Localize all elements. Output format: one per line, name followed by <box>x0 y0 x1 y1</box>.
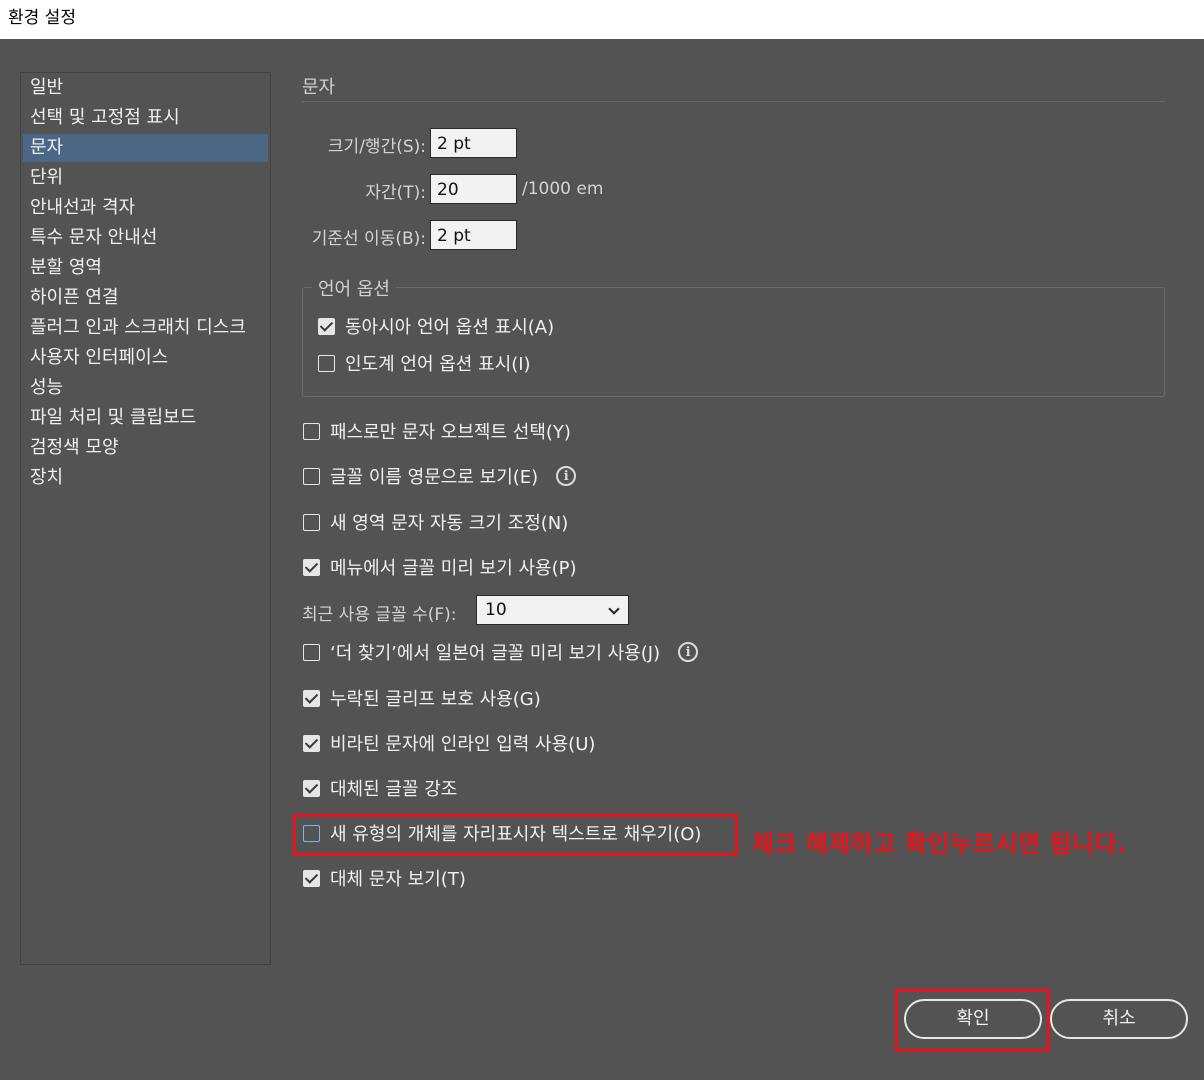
select-type-by-path-label: 패스로만 문자 오브젝트 선택(Y) <box>330 422 571 443</box>
auto-size-area-type-checkbox[interactable]: 새 영역 문자 자동 크기 조정(N) <box>303 509 568 535</box>
indic-options-label: 인도계 언어 옵션 표시(I) <box>345 354 531 375</box>
sidebar-item-guides-grid[interactable]: 안내선과 격자 <box>23 194 268 222</box>
size-leading-input[interactable]: 2 pt <box>430 128 517 158</box>
annotation-text: 체크 해제하고 확인누르시면 됩니다. <box>752 830 1127 858</box>
japanese-font-preview-label: ‘더 찾기’에서 일본어 글꼴 미리 보기 사용(J) <box>330 643 661 664</box>
checkbox-checked-icon[interactable] <box>303 734 320 752</box>
east-asian-options-checkbox[interactable]: 동아시아 언어 옵션 표시(A) <box>318 313 554 339</box>
cancel-button[interactable]: 취소 <box>1050 999 1188 1039</box>
sidebar-item-plugins[interactable]: 플러그 인과 스크래치 디스크 <box>23 314 268 342</box>
language-options-group <box>302 287 1165 397</box>
checkbox-checked-icon[interactable] <box>303 689 320 707</box>
sidebar-item-smart-guides[interactable]: 특수 문자 안내선 <box>23 224 268 252</box>
sidebar-item-units[interactable]: 단위 <box>23 164 268 192</box>
tracking-input[interactable]: 20 <box>430 174 517 204</box>
show-alternate-glyphs-checkbox[interactable]: 대체 문자 보기(T) <box>303 865 466 891</box>
checkbox-unchecked-icon[interactable] <box>303 467 320 485</box>
size-leading-label: 크기/행간(S): <box>327 137 426 157</box>
recent-fonts-label: 최근 사용 글꼴 수(F): <box>302 605 457 625</box>
baseline-shift-label: 기준선 이동(B): <box>311 229 426 249</box>
language-options-legend: 언어 옵션 <box>312 275 396 301</box>
checkbox-unchecked-icon[interactable] <box>318 354 335 372</box>
missing-glyph-protection-label: 누락된 글리프 보호 사용(G) <box>330 689 541 710</box>
highlight-substituted-fonts-checkbox[interactable]: 대체된 글꼴 강조 <box>303 775 457 801</box>
checkbox-unchecked-icon[interactable] <box>303 643 320 661</box>
missing-glyph-protection-checkbox[interactable]: 누락된 글리프 보호 사용(G) <box>303 685 541 711</box>
indic-options-checkbox[interactable]: 인도계 언어 옵션 표시(I) <box>318 350 531 376</box>
sidebar-item-hyphenation[interactable]: 하이픈 연결 <box>23 284 268 312</box>
sidebar-item-general[interactable]: 일반 <box>23 74 268 102</box>
checkbox-unchecked-icon[interactable] <box>303 422 320 440</box>
highlight-box-placeholder-option <box>293 814 738 856</box>
category-list: 일반 선택 및 고정점 표시 문자 단위 안내선과 격자 특수 문자 안내선 분… <box>20 72 271 965</box>
sidebar-item-selection-anchor[interactable]: 선택 및 고정점 표시 <box>23 104 268 132</box>
highlight-substituted-fonts-label: 대체된 글꼴 강조 <box>330 779 458 800</box>
sidebar-item-black-appearance[interactable]: 검정색 모양 <box>23 434 268 462</box>
window-title: 환경 설정 <box>0 0 1204 39</box>
section-divider <box>302 101 1165 102</box>
tracking-unit: /1000 em <box>522 179 604 199</box>
sidebar-item-devices[interactable]: 장치 <box>23 464 268 492</box>
select-type-by-path-checkbox[interactable]: 패스로만 문자 오브젝트 선택(Y) <box>303 418 571 444</box>
sidebar-item-user-interface[interactable]: 사용자 인터페이스 <box>23 344 268 372</box>
font-preview-in-menu-label: 메뉴에서 글꼴 미리 보기 사용(P) <box>330 558 577 579</box>
info-icon[interactable]: i <box>678 642 699 662</box>
recent-fonts-value: 10 <box>485 600 507 620</box>
sidebar-item-performance[interactable]: 성능 <box>23 374 268 402</box>
font-names-english-checkbox[interactable]: 글꼴 이름 영문으로 보기(E) i <box>303 463 577 489</box>
sidebar-item-slices[interactable]: 분할 영역 <box>23 254 268 282</box>
info-icon[interactable]: i <box>556 466 577 486</box>
east-asian-options-label: 동아시아 언어 옵션 표시(A) <box>345 317 555 338</box>
font-preview-in-menu-checkbox[interactable]: 메뉴에서 글꼴 미리 보기 사용(P) <box>303 554 577 580</box>
baseline-shift-input[interactable]: 2 pt <box>430 220 517 250</box>
inline-input-non-latin-checkbox[interactable]: 비라틴 문자에 인라인 입력 사용(U) <box>303 730 595 756</box>
checkbox-checked-icon[interactable] <box>303 779 320 797</box>
checkbox-checked-icon[interactable] <box>318 317 335 335</box>
sidebar-item-file-handling[interactable]: 파일 처리 및 클립보드 <box>23 404 268 432</box>
checkbox-unchecked-icon[interactable] <box>303 513 320 531</box>
inline-input-non-latin-label: 비라틴 문자에 인라인 입력 사용(U) <box>330 734 596 755</box>
section-title: 문자 <box>302 77 336 98</box>
chevron-down-icon <box>608 603 620 615</box>
recent-fonts-select[interactable]: 10 <box>476 595 629 625</box>
show-alternate-glyphs-label: 대체 문자 보기(T) <box>330 869 466 890</box>
tracking-label: 자간(T): <box>365 183 426 203</box>
japanese-font-preview-checkbox[interactable]: ‘더 찾기’에서 일본어 글꼴 미리 보기 사용(J) i <box>303 639 699 665</box>
auto-size-area-type-label: 새 영역 문자 자동 크기 조정(N) <box>330 513 569 534</box>
sidebar-item-type[interactable]: 문자 <box>23 134 268 162</box>
font-names-english-label: 글꼴 이름 영문으로 보기(E) <box>330 467 539 488</box>
checkbox-checked-icon[interactable] <box>303 558 320 576</box>
checkbox-checked-icon[interactable] <box>303 869 320 887</box>
ok-button[interactable]: 확인 <box>904 999 1042 1039</box>
